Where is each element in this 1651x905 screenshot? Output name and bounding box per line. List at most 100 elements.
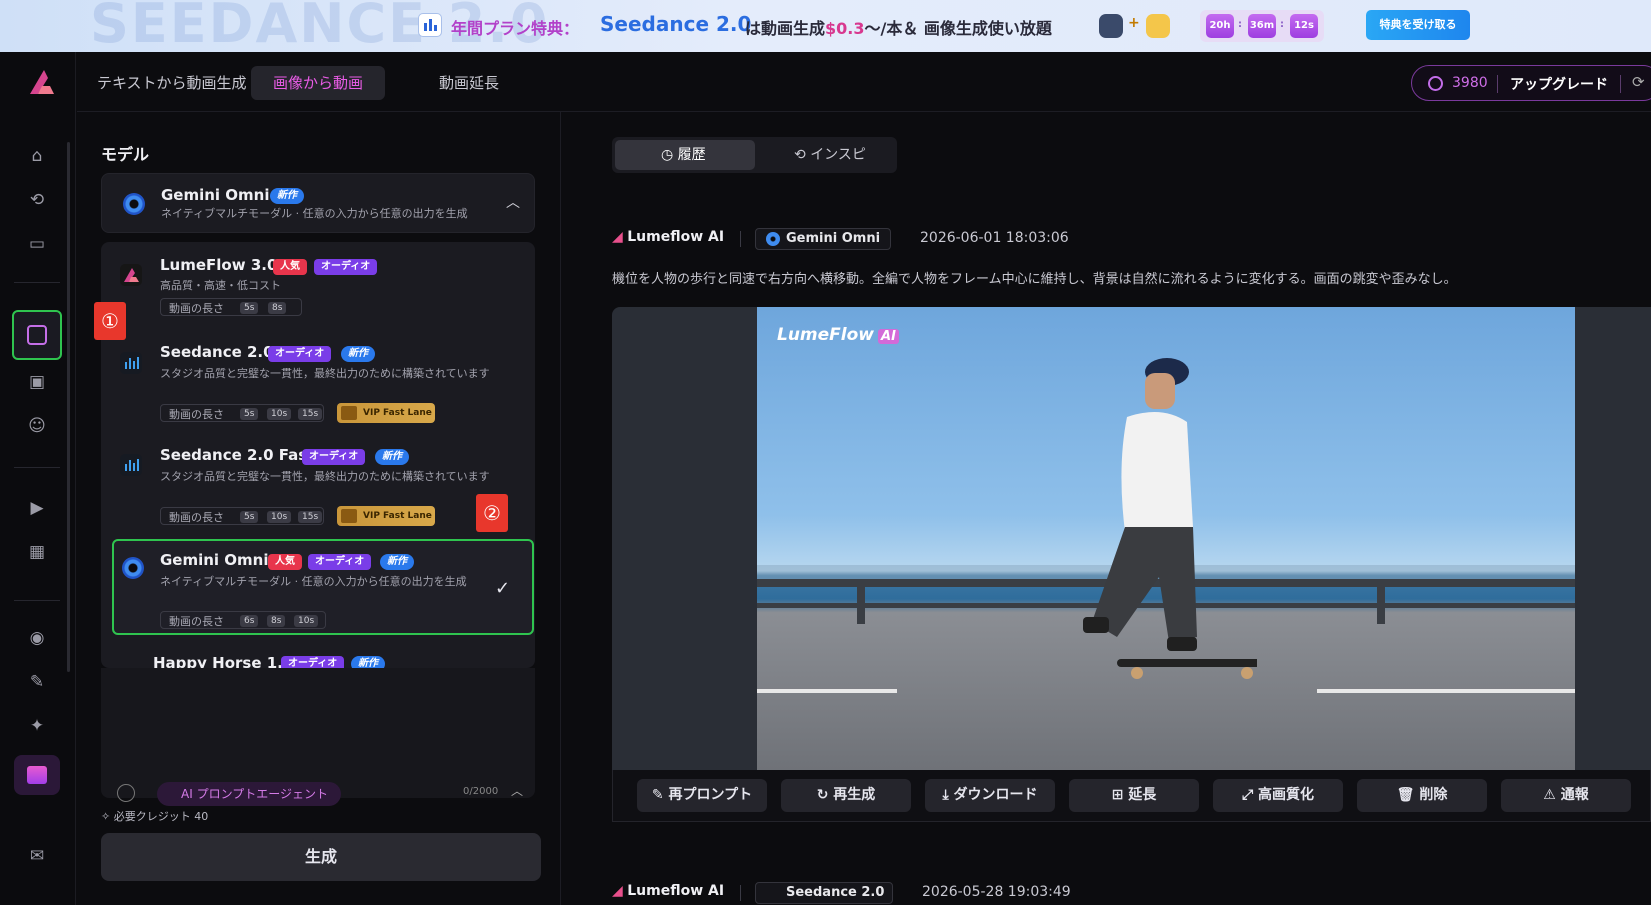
refresh-icon[interactable]: ⟳: [1632, 73, 1645, 91]
ai-text-icon[interactable]: ✎: [23, 668, 51, 696]
image-to-video-nav[interactable]: [12, 310, 62, 360]
delete-button[interactable]: 🗑 削除: [1357, 779, 1487, 812]
entry-timestamp: 2026-06-01 18:03:06: [920, 230, 1069, 246]
banner-offer-label: 年間プラン特典：: [451, 19, 580, 38]
claim-offer-button[interactable]: 特典を受け取る: [1366, 10, 1470, 40]
entry-prompt: 機位を人物の歩行と同速で右方向へ横移動。全編で人物をフレーム中心に維持し、背景は…: [612, 272, 1457, 287]
video-play-icon[interactable]: ◉: [23, 624, 51, 652]
chevron-up-icon[interactable]: ︿: [506, 192, 520, 212]
app-logo[interactable]: [26, 68, 58, 98]
timer-minutes: 36m: [1248, 14, 1276, 38]
reprompt-button[interactable]: ✎ 再プロンプト: [637, 779, 767, 812]
credits-upgrade-pill[interactable]: 3980 アップグレード ⟳: [1411, 65, 1651, 101]
history-inspire-toggle: ◷ 履歴 ⟲ インスピ: [612, 137, 897, 173]
crown-icon: [341, 406, 357, 420]
chevron-up-icon[interactable]: ︿: [511, 782, 523, 799]
photo-icon[interactable]: ▦: [23, 538, 51, 566]
popular-badge: 人気: [268, 554, 302, 570]
add-icon[interactable]: [117, 784, 135, 802]
countdown-timer: 20h : 36m : 12s: [1200, 10, 1324, 42]
image-edit-icon[interactable]: ▣: [23, 368, 51, 396]
model-section-title: モデル: [101, 145, 150, 164]
video-actions-bar: ✎ 再プロンプト ↻ 再生成 ⤓ ダウンロード ⊞ 延長 ⤢ 高画質化 🗑 削除…: [612, 770, 1651, 822]
report-button[interactable]: ⚠ 通報: [1501, 779, 1631, 812]
gemini-logo-icon: [122, 557, 144, 579]
new-badge: 新作: [341, 346, 375, 362]
upscale-button[interactable]: ⤢ 高画質化: [1213, 779, 1343, 812]
duration-options: 動画の長さ 5s 8s: [160, 298, 302, 316]
refresh-icon[interactable]: ⟲: [23, 186, 51, 214]
entry-brand: ◢ Lumeflow AI: [612, 229, 725, 245]
generate-button[interactable]: 生成: [101, 833, 541, 881]
chat-icon[interactable]: ✉: [23, 842, 51, 870]
tab-history[interactable]: ◷ 履歴: [615, 140, 755, 170]
new-badge: 新作: [351, 656, 385, 668]
audio-badge: オーディオ: [314, 259, 378, 275]
check-icon: ✓: [495, 578, 511, 599]
new-badge: 新作: [270, 188, 304, 204]
seedance-logo-icon: [120, 454, 142, 476]
audio-badge: オーディオ: [281, 656, 345, 668]
char-count: 0/2000: [463, 786, 499, 797]
video-preview[interactable]: LumeFlow AI: [612, 307, 1651, 770]
model-selector[interactable]: Gemini Omni 新作 ネイティブマルチモーダル · 任意の入力から任意の…: [101, 173, 535, 233]
folder-icon[interactable]: ▭: [23, 230, 51, 258]
image-video-icon: [27, 325, 47, 345]
gemini-logo-icon: [766, 232, 780, 246]
new-badge: 新作: [380, 554, 414, 570]
selected-model-item[interactable]: Gemini Omni 人気 オーディオ 新作 ネイティブマルチモーダル · 任…: [112, 539, 534, 635]
plus-sign: +: [1128, 15, 1140, 31]
timer-seconds: 12s: [1290, 14, 1318, 38]
download-button[interactable]: ⤓ ダウンロード: [925, 779, 1055, 812]
crown-icon: [341, 509, 357, 523]
audio-badge: オーディオ: [268, 346, 332, 362]
video-camera-icon[interactable]: ▶: [23, 494, 51, 522]
tab-inspire[interactable]: ⟲ インスピ: [772, 140, 892, 170]
duration-options: 動画の長さ 6s 8s 10s: [160, 611, 326, 629]
banana-icon: [1146, 14, 1170, 38]
chart-icon: [418, 13, 442, 37]
video-frame: LumeFlow AI: [757, 307, 1575, 770]
tab-image-to-video[interactable]: 画像から動画: [251, 66, 386, 100]
audio-badge: オーディオ: [308, 554, 372, 570]
tab-text-to-video[interactable]: テキストから動画生成: [97, 66, 247, 100]
regenerate-button[interactable]: ↻ 再生成: [781, 779, 911, 812]
promo-banner: SEEDANCE 2.0 年間プラン特典： Seedance 2.0 は動画生成…: [0, 0, 1651, 52]
avatar-icon[interactable]: ☺: [23, 412, 51, 440]
seedance-logo-icon: [120, 352, 142, 374]
gemini-logo-icon: [123, 193, 145, 215]
left-rail: ⌂ ⟲ ▭ ▣ ☺ ▶ ▦ ◉ ✎ ✦ ✉: [0, 52, 76, 905]
ai-prompt-agent-button[interactable]: AI プロンプトエージェント: [157, 782, 341, 806]
selected-model-desc: ネイティブマルチモーダル · 任意の入力から任意の出力を生成: [161, 207, 468, 220]
vip-crown-nav[interactable]: [14, 755, 60, 795]
extend-button[interactable]: ⊞ 延長: [1069, 779, 1199, 812]
entry-brand: ◢ Lumeflow AI: [612, 883, 725, 899]
tab-video-extend[interactable]: 動画延長: [439, 66, 499, 100]
skateboarder-figure: [1083, 358, 1257, 679]
step-marker-2: ②: [476, 494, 508, 532]
crown-icon: [27, 766, 47, 784]
upgrade-button[interactable]: アップグレード: [1510, 74, 1608, 94]
vip-fast-lane-badge: VIP Fast Lane: [337, 403, 435, 423]
timer-hours: 20h: [1206, 14, 1234, 38]
banner-product: Seedance 2.0: [600, 12, 752, 36]
audio-badge: オーディオ: [302, 449, 366, 465]
openai-icon: [1099, 14, 1123, 38]
prompt-area[interactable]: 0/2000 ︿: [101, 668, 535, 802]
entry-model-tag: Seedance 2.0: [755, 882, 893, 904]
duration-options: 動画の長さ 5s 10s 15s: [160, 507, 324, 525]
lumeflow-logo-icon: [120, 264, 142, 286]
home-icon[interactable]: ⌂: [23, 142, 51, 170]
rail-scrollbar[interactable]: [67, 142, 70, 672]
dance-icon[interactable]: ✦: [23, 712, 51, 740]
popular-badge: 人気: [273, 259, 307, 275]
video-watermark: LumeFlow AI: [777, 325, 899, 345]
step-marker-1: ①: [94, 302, 126, 340]
banner-text: は動画生成$0.3〜/本＆ 画像生成使い放題: [745, 19, 1052, 38]
coin-icon: [1428, 76, 1443, 91]
duration-options: 動画の長さ 5s 10s 15s: [160, 404, 324, 422]
credit-balance: 3980: [1452, 75, 1488, 91]
new-badge: 新作: [375, 449, 409, 465]
required-credits: ✧ 必要クレジット 40: [101, 810, 209, 823]
selected-model-name: Gemini Omni: [161, 186, 270, 204]
